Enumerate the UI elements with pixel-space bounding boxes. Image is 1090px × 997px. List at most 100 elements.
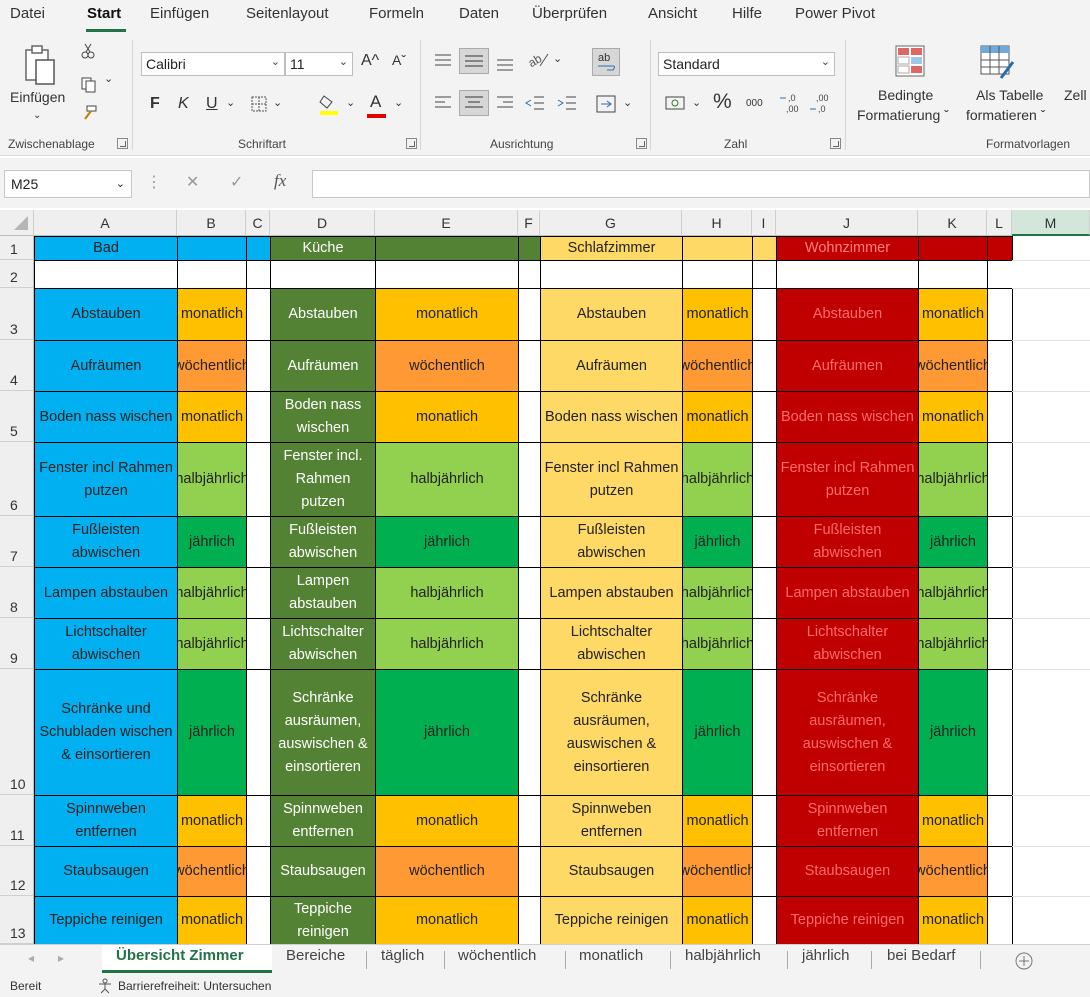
freq-bad[interactable]: halbjährlich (177, 567, 247, 619)
spacer-cell[interactable] (518, 896, 541, 944)
header-kueche[interactable]: Küche (270, 236, 376, 261)
freq-schlafzimmer[interactable]: monatlich (682, 896, 753, 944)
add-sheet-icon[interactable] (1014, 951, 1034, 971)
freq-kueche[interactable]: halbjährlich (375, 567, 519, 619)
freq-kueche[interactable]: monatlich (375, 391, 519, 443)
task-bad[interactable]: Teppiche reinigen (34, 896, 178, 944)
task-bad[interactable]: Fenster incl Rahmen putzen (34, 442, 178, 517)
spacer-cell[interactable] (752, 846, 777, 897)
menu-tab-ueberpruefen[interactable]: Überprüfen (532, 5, 607, 22)
decrease-decimal-icon[interactable]: ,00,0 (808, 90, 834, 116)
sheet-tab-uebersicht-zimmer[interactable]: Übersicht Zimmer (116, 947, 244, 964)
task-kueche[interactable]: Teppiche reinigen (270, 896, 376, 944)
task-schlafzimmer[interactable]: Teppiche reinigen (540, 896, 683, 944)
task-bad[interactable]: Spinnweben entfernen (34, 795, 178, 847)
freq-wohnzimmer[interactable]: halbjährlich (918, 567, 988, 619)
task-kueche[interactable]: Lampen abstauben (270, 567, 376, 619)
task-schlafzimmer[interactable]: Spinnweben entfernen (540, 795, 683, 847)
spacer-cell[interactable] (987, 340, 1013, 392)
spacer-cell[interactable] (752, 896, 777, 944)
task-wohnzimmer[interactable]: Teppiche reinigen (776, 896, 919, 944)
freq-wohnzimmer[interactable]: monatlich (918, 896, 988, 944)
menu-tab-start[interactable]: Start (87, 5, 121, 22)
align-left-icon[interactable] (433, 94, 453, 112)
row-header-6[interactable]: 6 (0, 442, 34, 516)
freq-kueche[interactable]: monatlich (375, 288, 519, 341)
cancel-icon[interactable]: ✕ (186, 172, 199, 192)
freq-kueche[interactable]: wöchentlich (375, 846, 519, 897)
spacer-cell[interactable] (752, 516, 777, 568)
task-kueche[interactable]: Staubsaugen (270, 846, 376, 897)
spacer-cell[interactable] (987, 442, 1013, 517)
spacer-cell[interactable] (518, 442, 541, 517)
spacer-cell[interactable] (752, 340, 777, 392)
paste-dropdown-icon[interactable]: ⌄ (33, 110, 41, 121)
menu-tab-einfuegen[interactable]: Einfügen (150, 5, 209, 22)
sheet-tab-halbjaehrlich[interactable]: halbjährlich (685, 947, 761, 964)
spacer-cell[interactable] (987, 669, 1013, 796)
border-icon[interactable] (250, 95, 268, 113)
task-kueche[interactable]: Schränke ausräumen, auswischen & einsort… (270, 669, 376, 796)
menu-tab-hilfe[interactable]: Hilfe (732, 5, 762, 22)
task-schlafzimmer[interactable]: Lampen abstauben (540, 567, 683, 619)
empty-cell[interactable] (540, 260, 683, 289)
header-schlaf-fill[interactable] (752, 236, 777, 261)
task-wohnzimmer[interactable]: Fenster incl Rahmen putzen (776, 442, 919, 517)
copy-dropdown-icon[interactable]: ⌄ (104, 72, 113, 85)
row-header-7[interactable]: 7 (0, 516, 34, 567)
orientation-dropdown-icon[interactable]: ⌄ (553, 52, 562, 65)
spacer-cell[interactable] (987, 896, 1013, 944)
task-kueche[interactable]: Spinnweben entfernen (270, 795, 376, 847)
row-header-11[interactable]: 11 (0, 795, 34, 846)
freq-bad[interactable]: jährlich (177, 516, 247, 568)
spacer-cell[interactable] (987, 846, 1013, 897)
fill-color-dropdown-icon[interactable]: ⌄ (346, 96, 355, 109)
freq-wohnzimmer[interactable]: jährlich (918, 516, 988, 568)
font-name-dropdown[interactable]: Calibri ⌄ (141, 52, 285, 76)
sheet-tab-bereiche[interactable]: Bereiche (286, 947, 345, 964)
header-schlafzimmer[interactable]: Schlafzimmer (540, 236, 683, 261)
column-header-h[interactable]: H (682, 210, 752, 236)
freq-wohnzimmer[interactable]: monatlich (918, 795, 988, 847)
spacer-cell[interactable] (987, 618, 1013, 670)
spacer-cell[interactable] (518, 618, 541, 670)
task-kueche[interactable]: Lichtschalter abwischen (270, 618, 376, 670)
header-wohn-fill[interactable] (918, 236, 988, 261)
spacer-cell[interactable] (752, 618, 777, 670)
fill-color-icon[interactable] (318, 92, 340, 116)
column-header-a[interactable]: A (34, 210, 177, 236)
spacer-cell[interactable] (987, 288, 1013, 341)
spacer-cell[interactable] (987, 516, 1013, 568)
spacer-cell[interactable] (246, 567, 271, 619)
freq-schlafzimmer[interactable]: wöchentlich (682, 340, 753, 392)
freq-kueche[interactable]: wöchentlich (375, 340, 519, 392)
grow-font-button[interactable]: A^ (361, 52, 379, 70)
freq-kueche[interactable]: jährlich (375, 516, 519, 568)
spacer-cell[interactable] (246, 795, 271, 847)
task-wohnzimmer[interactable]: Schränke ausräumen, auswischen & einsort… (776, 669, 919, 796)
column-header-i[interactable]: I (752, 210, 776, 236)
spacer-cell[interactable] (246, 896, 271, 944)
column-header-m[interactable]: M (1012, 210, 1090, 236)
spacer-cell[interactable] (752, 669, 777, 796)
accounting-format-icon[interactable] (664, 92, 688, 114)
freq-schlafzimmer[interactable]: monatlich (682, 288, 753, 341)
row-header-3[interactable]: 3 (0, 288, 34, 340)
spacer-cell[interactable] (518, 567, 541, 619)
task-bad[interactable]: Abstauben (34, 288, 178, 341)
spacer-cell[interactable] (246, 846, 271, 897)
row-header-8[interactable]: 8 (0, 567, 34, 618)
task-schlafzimmer[interactable]: Fenster incl Rahmen putzen (540, 442, 683, 517)
freq-wohnzimmer[interactable]: halbjährlich (918, 442, 988, 517)
freq-bad[interactable]: jährlich (177, 669, 247, 796)
scroll-tabs-right-icon[interactable]: ▸ (58, 951, 64, 965)
task-kueche[interactable]: Abstauben (270, 288, 376, 341)
header-wohnzimmer[interactable]: Wohnzimmer (776, 236, 919, 261)
bold-button[interactable]: F (150, 95, 160, 113)
row-header-5[interactable]: 5 (0, 391, 34, 442)
freq-wohnzimmer[interactable]: wöchentlich (918, 340, 988, 392)
freq-wohnzimmer[interactable]: monatlich (918, 391, 988, 443)
row-header-2[interactable]: 2 (0, 260, 34, 288)
freq-schlafzimmer[interactable]: jährlich (682, 516, 753, 568)
column-header-g[interactable]: G (540, 210, 682, 236)
